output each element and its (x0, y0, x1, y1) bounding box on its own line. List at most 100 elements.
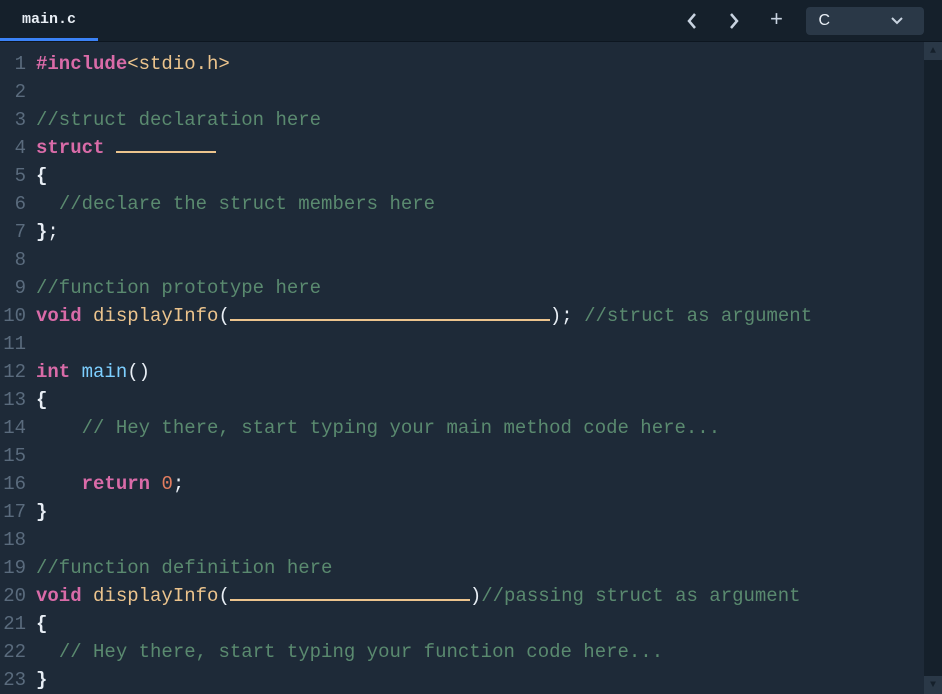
line-number: 7 (0, 218, 36, 246)
code-token: int (36, 361, 70, 383)
fill-blank[interactable] (230, 583, 470, 601)
line-number: 11 (0, 330, 36, 358)
code-line[interactable]: 10void displayInfo(); //struct as argume… (0, 302, 942, 330)
fill-blank[interactable] (230, 303, 550, 321)
chevron-right-icon (728, 12, 740, 30)
code-token (573, 305, 584, 327)
scrollbar-thumb[interactable] (924, 60, 942, 676)
line-content: //declare the struct members here (36, 190, 942, 218)
code-token: ; (173, 473, 184, 495)
line-content: int main() (36, 358, 942, 386)
line-content: return 0; (36, 470, 942, 498)
code-token: void (36, 585, 82, 607)
code-token: <stdio.h> (127, 53, 230, 75)
line-number: 9 (0, 274, 36, 302)
tab-main-c[interactable]: main.c (0, 0, 98, 41)
code-line[interactable]: 21{ (0, 610, 942, 638)
line-content: // Hey there, start typing your function… (36, 638, 942, 666)
line-content (36, 526, 942, 554)
line-content: { (36, 162, 942, 190)
line-number: 4 (0, 134, 36, 162)
code-editor[interactable]: 1#include<stdio.h>23//struct declaration… (0, 42, 942, 694)
line-content: }; (36, 218, 942, 246)
line-content (36, 246, 942, 274)
code-token: // Hey there, start typing your function… (59, 641, 663, 663)
line-content: //function definition here (36, 554, 942, 582)
line-content: void displayInfo()//passing struct as ar… (36, 582, 942, 610)
code-token: #include (36, 53, 127, 75)
code-line[interactable]: 14 // Hey there, start typing your main … (0, 414, 942, 442)
line-number: 13 (0, 386, 36, 414)
code-line[interactable]: 1#include<stdio.h> (0, 50, 942, 78)
code-token (150, 473, 161, 495)
code-token: void (36, 305, 82, 327)
line-content: #include<stdio.h> (36, 50, 942, 78)
code-token: //function definition here (36, 557, 332, 579)
add-tab-button[interactable]: + (764, 9, 788, 33)
code-token: () (127, 361, 150, 383)
code-line[interactable]: 2 (0, 78, 942, 106)
line-number: 1 (0, 50, 36, 78)
code-line[interactable]: 23} (0, 666, 942, 694)
scroll-down-button[interactable]: ▼ (924, 676, 942, 694)
code-token: // Hey there, start typing your main met… (82, 417, 721, 439)
code-token: //function prototype here (36, 277, 321, 299)
code-line[interactable]: 20void displayInfo()//passing struct as … (0, 582, 942, 610)
line-number: 6 (0, 190, 36, 218)
code-token: } (36, 669, 47, 691)
language-label: C (818, 12, 830, 30)
code-token: //passing struct as argument (481, 585, 800, 607)
code-line[interactable]: 7}; (0, 218, 942, 246)
code-line[interactable]: 16 return 0; (0, 470, 942, 498)
code-token (36, 641, 59, 663)
line-number: 10 (0, 302, 36, 330)
line-number: 20 (0, 582, 36, 610)
language-selector[interactable]: C (806, 7, 924, 35)
scroll-up-button[interactable]: ▲ (924, 42, 942, 60)
line-number: 16 (0, 470, 36, 498)
code-token: //struct as argument (584, 305, 812, 327)
code-token (70, 361, 81, 383)
line-content: } (36, 498, 942, 526)
line-number: 12 (0, 358, 36, 386)
fill-blank[interactable] (116, 135, 216, 153)
line-content: { (36, 386, 942, 414)
code-token: main (82, 361, 128, 383)
tab-controls: + C (680, 7, 942, 35)
vertical-scrollbar[interactable]: ▲ ▼ (924, 42, 942, 694)
line-number: 2 (0, 78, 36, 106)
code-line[interactable]: 3//struct declaration here (0, 106, 942, 134)
line-content: //struct declaration here (36, 106, 942, 134)
code-line[interactable]: 19//function definition here (0, 554, 942, 582)
code-token (36, 193, 59, 215)
line-content: struct (36, 134, 942, 162)
code-line[interactable]: 13{ (0, 386, 942, 414)
code-token (36, 417, 82, 439)
nav-back-button[interactable] (680, 9, 704, 33)
code-token: 0 (161, 473, 172, 495)
line-number: 23 (0, 666, 36, 694)
code-token: ) (550, 305, 561, 327)
line-number: 21 (0, 610, 36, 638)
chevron-down-icon (890, 16, 904, 26)
code-line[interactable]: 22 // Hey there, start typing your funct… (0, 638, 942, 666)
code-line[interactable]: 6 //declare the struct members here (0, 190, 942, 218)
line-content: //function prototype here (36, 274, 942, 302)
code-line[interactable]: 12int main() (0, 358, 942, 386)
line-content (36, 330, 942, 358)
code-line[interactable]: 17} (0, 498, 942, 526)
code-token: return (82, 473, 150, 495)
nav-forward-button[interactable] (722, 9, 746, 33)
code-line[interactable]: 5{ (0, 162, 942, 190)
chevron-left-icon (686, 12, 698, 30)
code-line[interactable]: 9//function prototype here (0, 274, 942, 302)
code-line[interactable]: 15 (0, 442, 942, 470)
code-line[interactable]: 18 (0, 526, 942, 554)
code-token: displayInfo (93, 585, 218, 607)
tab-bar: main.c + C (0, 0, 942, 42)
code-line[interactable]: 4struct (0, 134, 942, 162)
code-line[interactable]: 11 (0, 330, 942, 358)
code-line[interactable]: 8 (0, 246, 942, 274)
code-token (36, 473, 82, 495)
code-token (82, 585, 93, 607)
